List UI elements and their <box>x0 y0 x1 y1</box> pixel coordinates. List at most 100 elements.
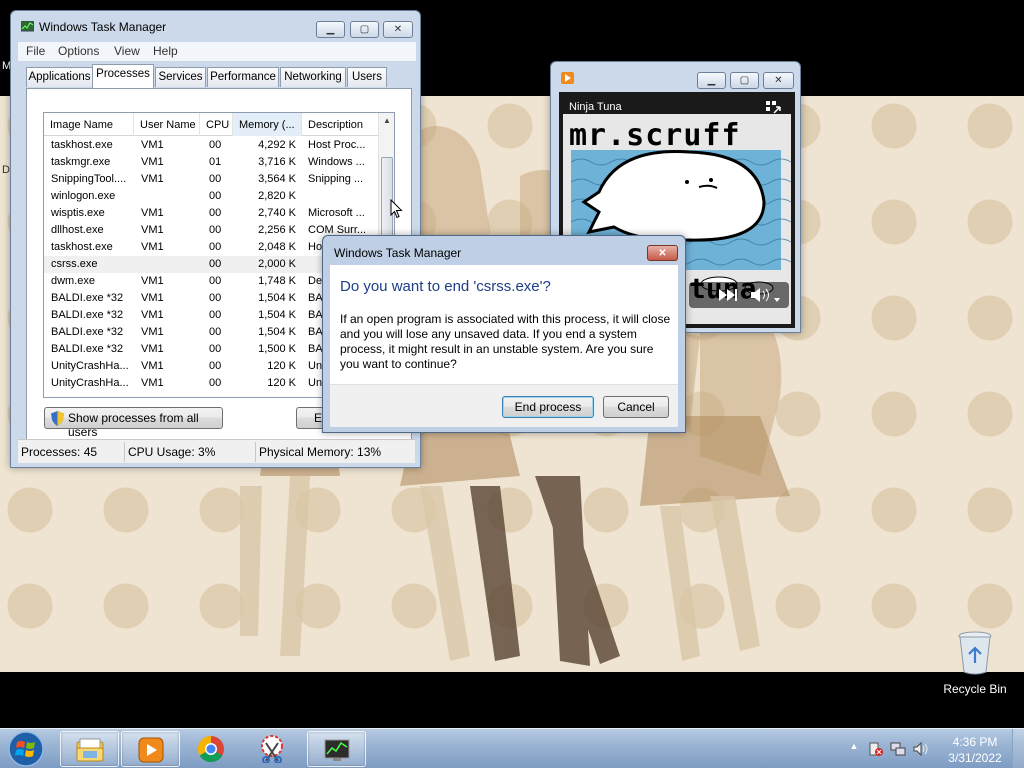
process-image-name: SnippingTool.... <box>51 173 127 185</box>
close-icon: ✕ <box>774 75 783 86</box>
process-user-name: VM1 <box>141 207 164 219</box>
process-image-name: BALDI.exe *32 <box>51 309 124 321</box>
taskbar-windows-explorer[interactable] <box>60 731 119 767</box>
process-cpu: 00 <box>209 207 222 219</box>
cancel-button[interactable]: Cancel <box>603 396 669 418</box>
process-row[interactable]: winlogon.exe 00 2,820 K <box>44 188 380 205</box>
close-icon: ✕ <box>658 248 667 259</box>
tab-networking[interactable]: Networking <box>280 67 346 87</box>
process-cpu: 00 <box>209 292 222 304</box>
dialog-titlebar[interactable]: Windows Task Manager ✕ <box>323 236 685 262</box>
menu-help[interactable]: Help <box>153 44 178 58</box>
taskbar-chrome[interactable] <box>182 731 241 767</box>
process-memory: 120 K <box>267 377 296 389</box>
status-divider <box>124 442 125 462</box>
dialog-close-button[interactable]: ✕ <box>647 245 678 261</box>
dialog-title: Windows Task Manager <box>334 246 462 260</box>
player-minimize-button[interactable]: ▁ <box>697 72 726 89</box>
process-image-name: csrss.exe <box>51 258 98 270</box>
task-manager-icon <box>324 739 350 761</box>
minimize-button[interactable]: ▁ <box>316 21 345 38</box>
status-divider <box>255 442 256 462</box>
process-cpu: 00 <box>209 343 222 355</box>
player-maximize-button[interactable]: ▢ <box>730 72 759 89</box>
recycle-bin-label: Recycle Bin <box>943 682 1007 696</box>
process-cpu: 00 <box>209 241 222 253</box>
action-center-icon[interactable] <box>868 741 884 757</box>
process-memory: 1,504 K <box>258 309 296 321</box>
menu-options[interactable]: Options <box>58 44 99 58</box>
menu-file[interactable]: File <box>26 44 45 58</box>
clock[interactable]: 4:36 PM 3/31/2022 <box>936 734 1014 766</box>
process-user-name: VM1 <box>141 173 164 185</box>
process-description: Windows ... <box>308 156 365 168</box>
process-memory: 2,256 K <box>258 224 296 236</box>
process-user-name: VM1 <box>141 156 164 168</box>
album-art-text-top: mr.scruff <box>569 118 741 153</box>
process-row[interactable]: taskmgr.exe VM1 01 3,716 K Windows ... <box>44 154 380 171</box>
taskbar-snipping-tool[interactable] <box>243 731 302 767</box>
process-cpu: 00 <box>209 139 222 151</box>
taskbar-media-player[interactable] <box>121 731 180 767</box>
network-icon[interactable] <box>890 741 906 757</box>
tab-processes[interactable]: Processes <box>92 64 154 88</box>
switch-to-library-icon[interactable] <box>765 100 783 116</box>
clock-date: 3/31/2022 <box>948 751 1002 765</box>
show-desktop-button[interactable] <box>1012 729 1024 768</box>
process-memory: 1,504 K <box>258 292 296 304</box>
column-description[interactable]: Description <box>302 113 380 136</box>
tab-applications[interactable]: Applications <box>26 67 93 87</box>
taskbar-task-manager[interactable] <box>307 731 366 767</box>
close-icon: ✕ <box>393 24 403 35</box>
process-description: Snipping ... <box>308 173 364 185</box>
end-process-button[interactable]: End process <box>502 396 594 418</box>
windows-explorer-icon <box>76 738 104 762</box>
tab-services[interactable]: Services <box>155 67 206 87</box>
process-row[interactable]: taskhost.exe VM1 00 4,292 K Host Proc... <box>44 137 380 154</box>
show-hidden-icons-icon[interactable]: ▲ <box>846 741 862 757</box>
process-memory: 1,500 K <box>258 343 296 355</box>
tab-users[interactable]: Users <box>347 67 387 87</box>
process-memory: 2,048 K <box>258 241 296 253</box>
process-user-name: VM1 <box>141 275 164 287</box>
process-memory: 3,716 K <box>258 156 296 168</box>
player-close-button[interactable]: ✕ <box>763 72 794 89</box>
column-image-name[interactable]: Image Name <box>44 113 134 136</box>
end-process-dialog: Windows Task Manager ✕ Do you want to en… <box>322 235 686 433</box>
process-list-header: Image Name User Name CPU Memory (... Des… <box>44 113 380 136</box>
start-button[interactable] <box>3 729 49 768</box>
column-memory[interactable]: Memory (... <box>233 113 302 136</box>
system-tray: ▲ 4:36 PM 3/31/2022 <box>842 729 1024 768</box>
process-cpu: 00 <box>209 377 222 389</box>
maximize-button[interactable]: ▢ <box>350 21 379 38</box>
volume-icon[interactable] <box>912 741 928 757</box>
status-cpu-usage: CPU Usage: 3% <box>128 445 216 459</box>
process-cpu: 00 <box>209 224 222 236</box>
scroll-up-icon[interactable]: ▲ <box>379 113 394 129</box>
mouse-cursor-icon <box>390 199 403 219</box>
process-image-name: winlogon.exe <box>51 190 116 202</box>
process-row[interactable]: SnippingTool.... VM1 00 3,564 K Snipping ... <box>44 171 380 188</box>
process-user-name: VM1 <box>141 343 164 355</box>
process-user-name: VM1 <box>141 326 164 338</box>
process-image-name: UnityCrashHa... <box>51 377 129 389</box>
menu-view[interactable]: View <box>114 44 140 58</box>
tab-performance[interactable]: Performance <box>207 67 279 87</box>
close-button[interactable]: ✕ <box>383 21 413 38</box>
show-all-users-button[interactable]: Show processes from all users <box>44 407 223 439</box>
chrome-icon <box>197 735 224 763</box>
process-row[interactable]: wisptis.exe VM1 00 2,740 K Microsoft ... <box>44 205 380 222</box>
column-user-name[interactable]: User Name <box>134 113 200 136</box>
process-image-name: wisptis.exe <box>51 207 105 219</box>
process-cpu: 00 <box>209 190 222 202</box>
clock-time: 4:36 PM <box>952 735 998 749</box>
recycle-bin[interactable]: Recycle Bin <box>940 630 1010 702</box>
show-all-users-label: Show processes from all users <box>68 411 199 439</box>
process-description: Host Proc... <box>308 139 366 151</box>
status-processes: Processes: 45 <box>21 445 98 459</box>
end-process-obscured-label: E <box>314 411 323 425</box>
task-manager-titlebar[interactable]: Windows Task Manager ▁ ▢ ✕ <box>11 11 420 38</box>
column-cpu[interactable]: CPU <box>200 113 233 136</box>
media-player-titlebar[interactable]: ▁ ▢ ✕ <box>551 62 800 89</box>
process-cpu: 00 <box>209 360 222 372</box>
